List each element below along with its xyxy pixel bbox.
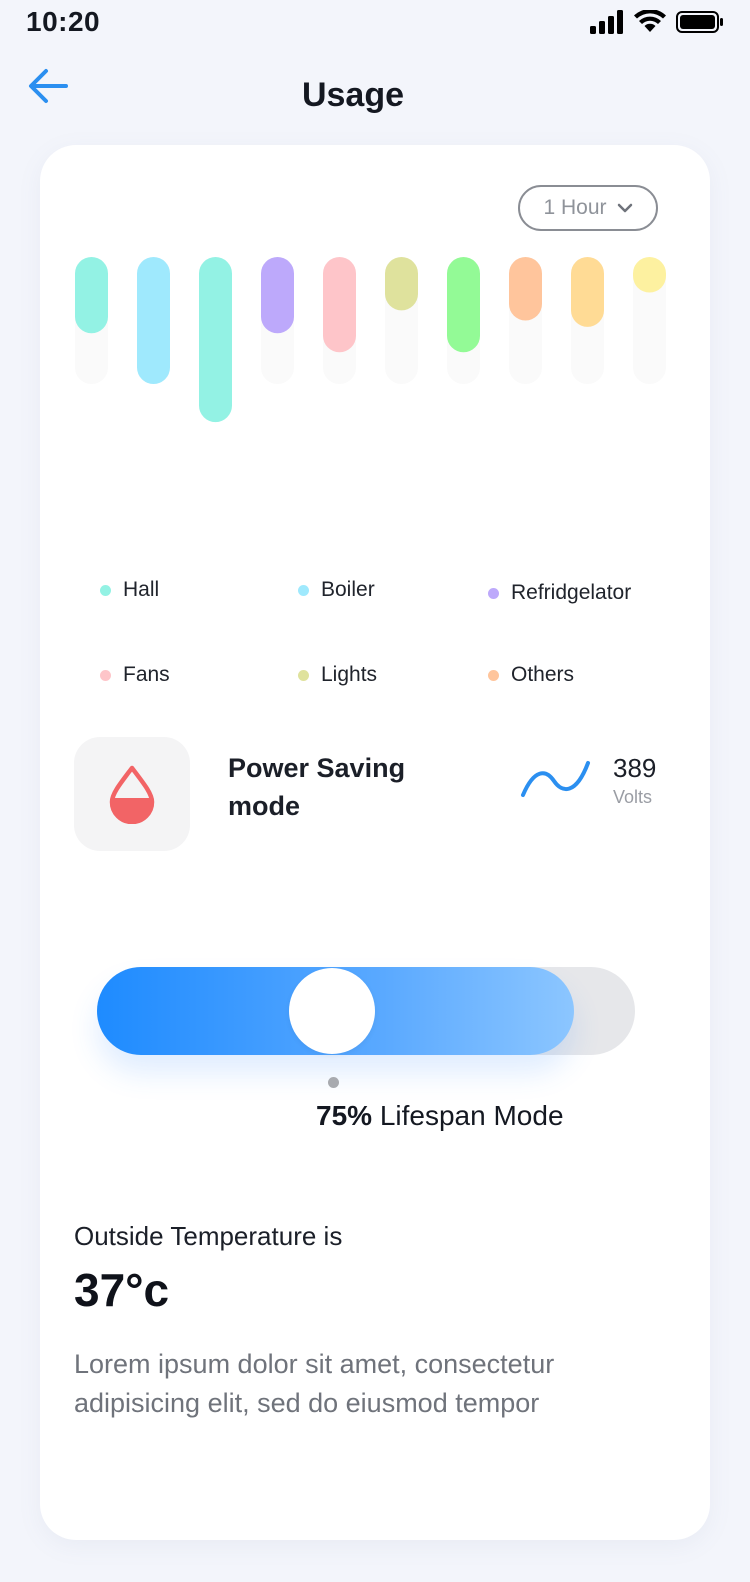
chart-bar bbox=[261, 257, 294, 334]
status-icons bbox=[590, 10, 724, 34]
page-title: Usage bbox=[301, 76, 405, 114]
legend-dot bbox=[100, 584, 111, 596]
chart-bar bbox=[323, 257, 356, 353]
legend-dot bbox=[100, 669, 111, 681]
status-bar: 10:20 bbox=[0, 0, 750, 50]
slider-caption: 75% Lifespan Mode bbox=[316, 1100, 564, 1132]
chart-bar bbox=[571, 257, 604, 327]
slider-thumb[interactable] bbox=[289, 968, 375, 1054]
chart-bar bbox=[385, 257, 418, 311]
legend-item: Boiler bbox=[298, 578, 375, 602]
legend-dot bbox=[488, 587, 499, 599]
legend-item: Lights bbox=[298, 663, 377, 687]
legend-dot bbox=[298, 584, 309, 596]
signal-icon bbox=[590, 10, 623, 34]
legend-item: Refridgelator bbox=[488, 581, 631, 605]
legend-label: Hall bbox=[123, 578, 160, 601]
legend-label: Fans bbox=[123, 663, 170, 686]
slider-indicator-dot bbox=[328, 1077, 339, 1088]
chart-bar bbox=[509, 257, 542, 321]
chart-bar bbox=[447, 257, 480, 353]
chart-bar bbox=[633, 257, 666, 293]
volts-unit: Volts bbox=[613, 787, 653, 807]
power-mode-icon-box[interactable] bbox=[74, 737, 190, 851]
legend-item: Fans bbox=[100, 663, 170, 687]
legend-label: Lights bbox=[321, 663, 378, 686]
lifespan-slider[interactable] bbox=[97, 967, 635, 1055]
status-time: 10:20 bbox=[26, 6, 101, 37]
legend-item: Hall bbox=[100, 578, 159, 602]
legend-label: Refridgelator bbox=[511, 581, 632, 604]
usage-chart bbox=[75, 257, 666, 423]
slider-percent: 75% bbox=[316, 1100, 373, 1131]
power-mode-title: Power Saving mode bbox=[228, 753, 406, 821]
droplet-icon bbox=[109, 765, 155, 824]
wifi-icon bbox=[634, 10, 666, 32]
temperature-description: Lorem ipsum dolor sit amet, consectetur … bbox=[74, 1349, 555, 1418]
chart-bar bbox=[137, 257, 170, 384]
legend-dot bbox=[488, 669, 499, 681]
volts-value: 389 bbox=[613, 753, 657, 783]
legend-label: Others bbox=[511, 663, 575, 686]
legend-dot bbox=[298, 669, 309, 681]
wave-icon bbox=[521, 761, 590, 797]
usage-card: 1 Hour Hall Boiler Refridgelator Fans Lights… bbox=[40, 145, 710, 1540]
slider-mode-label: Lifespan Mode bbox=[379, 1100, 564, 1131]
battery-icon bbox=[676, 11, 723, 33]
chart-bar bbox=[75, 257, 108, 334]
legend-item: Others bbox=[488, 663, 574, 687]
temperature-value: 37°c bbox=[74, 1264, 170, 1316]
legend-label: Boiler bbox=[321, 578, 375, 601]
temperature-label: Outside Temperature is bbox=[74, 1221, 343, 1251]
chart-bar bbox=[199, 257, 232, 423]
